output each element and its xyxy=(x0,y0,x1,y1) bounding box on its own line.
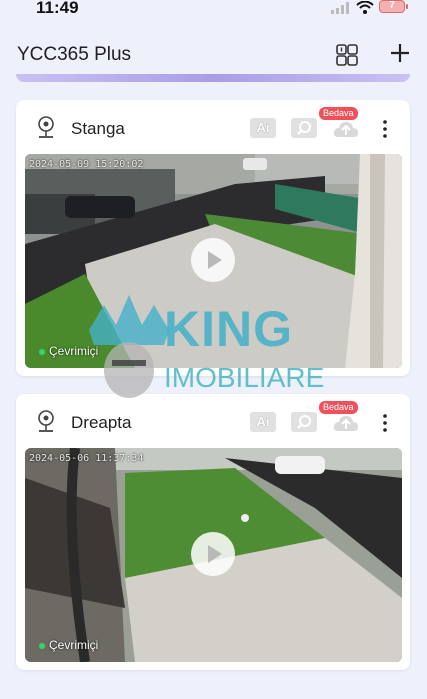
playback-search-button[interactable] xyxy=(291,118,317,138)
playback-search-button[interactable] xyxy=(291,412,317,432)
status-bar: 11:49 7 xyxy=(0,0,427,20)
free-badge: Bedava xyxy=(319,401,358,414)
free-badge: Bedava xyxy=(319,107,358,120)
play-button[interactable] xyxy=(191,238,235,282)
camera-card-stanga[interactable]: Stanga Ai Bedava 2024-05-09 15:20:02 Çev… xyxy=(16,100,410,376)
more-options-icon[interactable] xyxy=(380,118,390,140)
online-status: Çevrimiçi xyxy=(39,638,98,652)
online-status: Çevrimiçi xyxy=(39,344,98,358)
add-device-icon[interactable] xyxy=(388,41,412,65)
app-title: YCC365 Plus xyxy=(17,44,132,65)
camera-icon xyxy=(38,116,54,138)
online-dot xyxy=(39,348,45,355)
camera-video-preview[interactable]: 2024-05-09 15:20:02 Çevrimiçi xyxy=(25,154,402,368)
app-header: YCC365 Plus xyxy=(0,20,427,82)
wifi-icon xyxy=(356,1,374,14)
camera-name: Stanga xyxy=(71,119,125,138)
camera-card-dreapta[interactable]: Dreapta Ai Bedava 2024-05-06 11:37:34 Çe… xyxy=(16,394,410,670)
grid-view-icon[interactable] xyxy=(334,42,360,68)
camera-name: Dreapta xyxy=(71,413,132,432)
cellular-signal-icon xyxy=(331,2,349,14)
play-button[interactable] xyxy=(191,532,235,576)
camera-video-preview[interactable]: 2024-05-06 11:37:34 Çevrimiçi xyxy=(25,448,402,662)
battery-level: 7 xyxy=(389,0,395,11)
video-timestamp: 2024-05-09 15:20:02 xyxy=(29,159,144,170)
camera-icon xyxy=(38,410,54,432)
cloud-upload-icon[interactable] xyxy=(332,412,360,434)
online-status-label: Çevrimiçi xyxy=(49,344,99,358)
status-time: 11:49 xyxy=(36,0,79,17)
online-dot xyxy=(39,642,45,649)
banner-strip xyxy=(16,74,410,82)
search-icon xyxy=(297,415,311,429)
more-options-icon[interactable] xyxy=(380,412,390,434)
online-status-label: Çevrimiçi xyxy=(49,638,99,652)
battery-cap xyxy=(406,4,408,9)
search-icon xyxy=(297,121,311,135)
ai-detection-button[interactable]: Ai xyxy=(250,412,276,432)
ai-detection-button[interactable]: Ai xyxy=(250,118,276,138)
battery-icon: 7 xyxy=(379,0,405,13)
cloud-upload-icon[interactable] xyxy=(332,118,360,140)
video-timestamp: 2024-05-06 11:37:34 xyxy=(29,453,144,464)
